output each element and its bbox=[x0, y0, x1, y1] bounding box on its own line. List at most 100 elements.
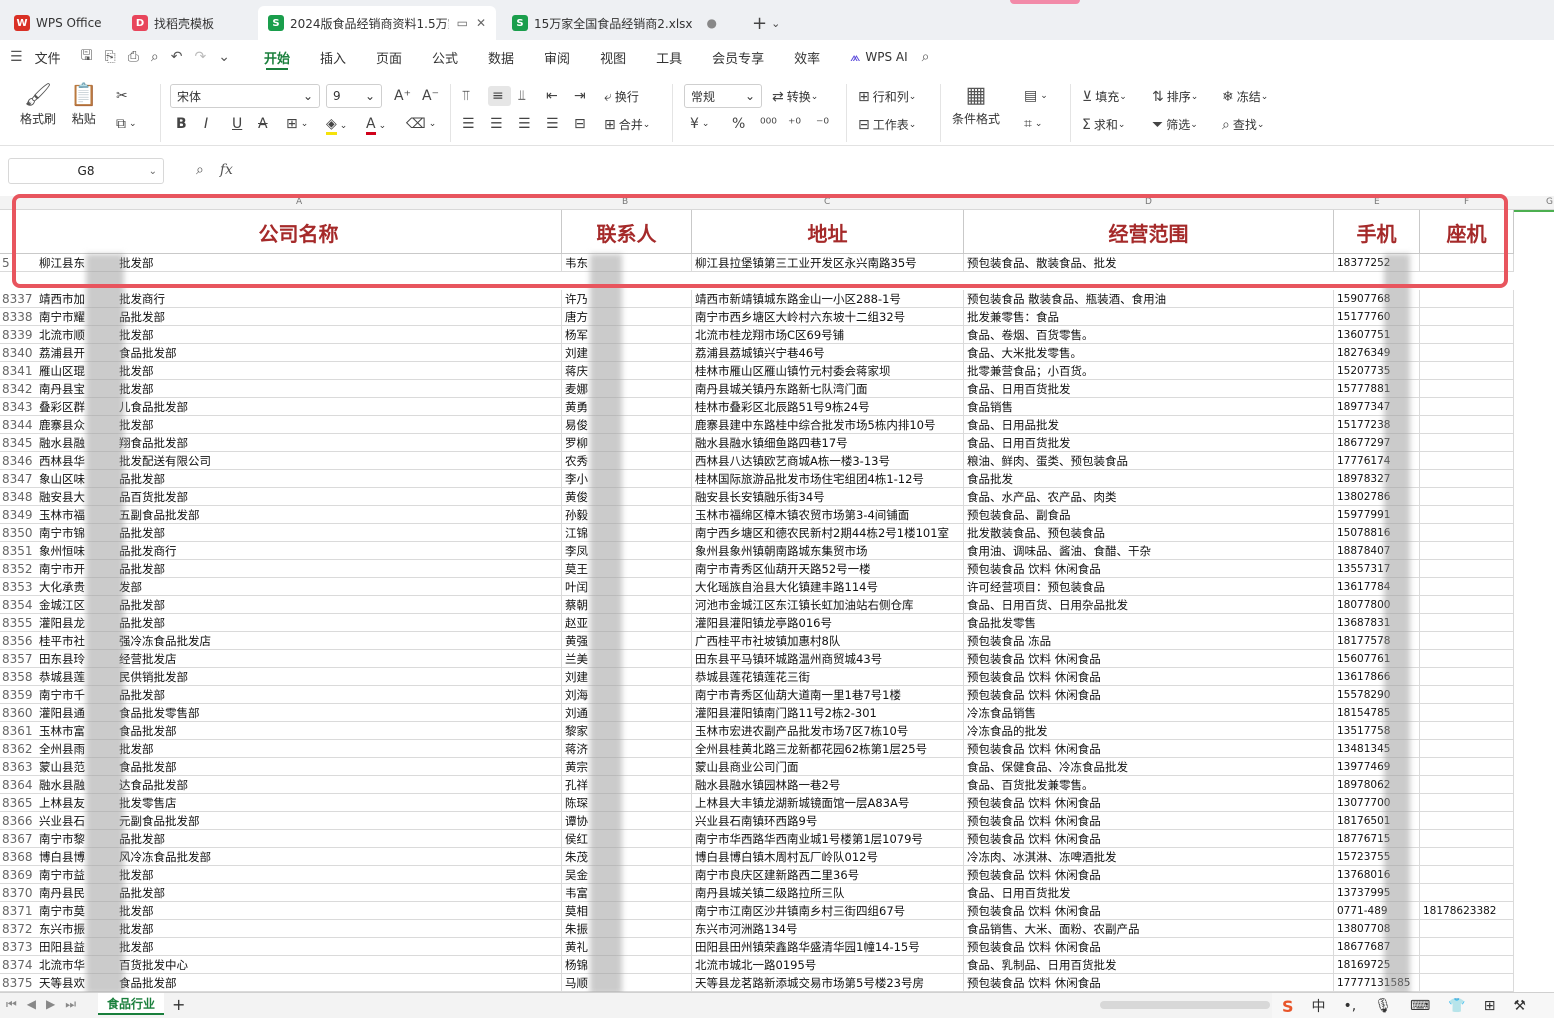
align-top-button[interactable]: ⫪ bbox=[462, 88, 473, 104]
cell-address[interactable]: 玉林市宏进农副产品批发市场7区7栋10号 bbox=[692, 722, 964, 740]
cell-contact[interactable]: 黄强 bbox=[562, 632, 692, 650]
header-contact[interactable]: 联系人 bbox=[562, 210, 692, 254]
cell-address[interactable]: 柳江县拉堡镇第三工业开发区永兴南路35号 bbox=[692, 254, 964, 272]
strikethrough-button[interactable]: A bbox=[258, 116, 271, 132]
increase-indent-button[interactable]: ⇥ bbox=[574, 88, 589, 104]
align-middle-button[interactable]: ≡ bbox=[488, 86, 511, 106]
row-number[interactable]: 8374 bbox=[0, 956, 36, 974]
cell-business-scope[interactable]: 食品销售、大米、面粉、农副产品 bbox=[964, 920, 1334, 938]
redo-icon[interactable]: ↷ bbox=[195, 49, 207, 65]
cell-business-scope[interactable]: 批发兼零售：食品 bbox=[964, 308, 1334, 326]
menu-member[interactable]: 会员专享 bbox=[712, 40, 764, 74]
cell-address[interactable]: 全州县桂黄北路三龙新都花园62栋第1层25号 bbox=[692, 740, 964, 758]
row-number[interactable]: 8340 bbox=[0, 344, 36, 362]
cell-contact[interactable]: 刘建 bbox=[562, 668, 692, 686]
cell-landline[interactable] bbox=[1420, 830, 1514, 848]
column-letter[interactable]: B bbox=[622, 197, 628, 207]
column-letter[interactable]: E bbox=[1374, 197, 1380, 207]
cell-address[interactable]: 蒙山县商业公司门面 bbox=[692, 758, 964, 776]
cell-address[interactable]: 南宁市青秀区仙葫大道南一里1巷7号1楼 bbox=[692, 686, 964, 704]
cell-address[interactable]: 北流市城北一路0195号 bbox=[692, 956, 964, 974]
new-tab-button[interactable]: + ⌄ bbox=[744, 6, 788, 40]
cell-landline[interactable] bbox=[1420, 506, 1514, 524]
cell-contact[interactable]: 莫相 bbox=[562, 902, 692, 920]
cell-landline[interactable] bbox=[1420, 848, 1514, 866]
row-number[interactable]: 8338 bbox=[0, 308, 36, 326]
cell-landline[interactable] bbox=[1420, 434, 1514, 452]
merge-button[interactable]: ⊞合并⌄ bbox=[604, 116, 650, 133]
cell-contact[interactable]: 朱振 bbox=[562, 920, 692, 938]
cell-business-scope[interactable]: 冷冻食品的批发 bbox=[964, 722, 1334, 740]
monitor-icon[interactable]: ▭ bbox=[457, 16, 468, 30]
row-number[interactable]: 8337 bbox=[0, 290, 36, 308]
microphone-icon[interactable]: 🎙 bbox=[1374, 998, 1392, 1014]
save-icon[interactable]: 🖫 bbox=[81, 45, 93, 69]
column-letter[interactable]: G bbox=[1546, 197, 1553, 207]
cell-landline[interactable] bbox=[1420, 884, 1514, 902]
fx-icon[interactable]: fx bbox=[220, 162, 233, 178]
cell-address[interactable]: 广西桂平市社坡镇加惠村8队 bbox=[692, 632, 964, 650]
row-number[interactable]: 8363 bbox=[0, 758, 36, 776]
row-number[interactable]: 5 bbox=[0, 254, 36, 272]
cell-landline[interactable] bbox=[1420, 812, 1514, 830]
format-painter-button[interactable]: 🖌 格式刷 bbox=[20, 82, 56, 127]
cell-contact[interactable]: 蒋济 bbox=[562, 740, 692, 758]
row-number[interactable]: 8347 bbox=[0, 470, 36, 488]
row-number[interactable]: 8359 bbox=[0, 686, 36, 704]
cell-business-scope[interactable]: 食品、卷烟、百货零售。 bbox=[964, 326, 1334, 344]
cell-business-scope[interactable]: 食品、大米批发零售。 bbox=[964, 344, 1334, 362]
cell-contact[interactable]: 黄礼 bbox=[562, 938, 692, 956]
wrap-text-button[interactable]: ⤶换行 bbox=[604, 88, 639, 105]
cell-address[interactable]: 融安县长安镇融乐街34号 bbox=[692, 488, 964, 506]
worksheet-button[interactable]: ⊟工作表⌄ bbox=[858, 116, 916, 133]
cell-business-scope[interactable]: 预包装食品 散装食品、瓶装酒、食用油 bbox=[964, 290, 1334, 308]
print-preview-icon[interactable]: ⌕ bbox=[151, 49, 159, 65]
cell-landline[interactable] bbox=[1420, 290, 1514, 308]
convert-button[interactable]: ⇄转换⌄ bbox=[772, 88, 818, 105]
increase-font-button[interactable]: A⁺ bbox=[394, 88, 414, 104]
cell-address[interactable]: 博白县博白镇木周村瓦厂岭队012号 bbox=[692, 848, 964, 866]
cell-landline[interactable] bbox=[1420, 344, 1514, 362]
menu-view[interactable]: 视图 bbox=[600, 40, 626, 74]
row-number[interactable]: 8373 bbox=[0, 938, 36, 956]
cell-business-scope[interactable]: 预包装食品 饮料 休闲食品 bbox=[964, 866, 1334, 884]
cell-address[interactable]: 南宁市江南区沙井镇南乡村三街四组67号 bbox=[692, 902, 964, 920]
add-sheet-button[interactable]: + bbox=[172, 995, 185, 1014]
align-bottom-button[interactable]: ⫫ bbox=[518, 88, 529, 104]
row-number[interactable]: 8346 bbox=[0, 452, 36, 470]
cell-address[interactable]: 上林县大丰镇龙湖新城镜面馆一层A83A号 bbox=[692, 794, 964, 812]
cell-landline[interactable] bbox=[1420, 254, 1514, 272]
cell-business-scope[interactable]: 预包装食品 冻品 bbox=[964, 632, 1334, 650]
header-landline[interactable]: 座机 bbox=[1420, 210, 1514, 254]
sum-button[interactable]: Σ求和⌄ bbox=[1082, 116, 1125, 133]
cell-landline[interactable] bbox=[1420, 632, 1514, 650]
cell-business-scope[interactable]: 批发散装食品、预包装食品 bbox=[964, 524, 1334, 542]
cell-landline[interactable] bbox=[1420, 398, 1514, 416]
cell-landline[interactable] bbox=[1420, 722, 1514, 740]
cell-contact[interactable]: 韦东 bbox=[562, 254, 692, 272]
cell-business-scope[interactable]: 食品、日用百货批发 bbox=[964, 380, 1334, 398]
sogou-ime-icon[interactable]: S bbox=[1282, 997, 1294, 1016]
cell-address[interactable]: 靖西市新靖镇城东路金山一小区288-1号 bbox=[692, 290, 964, 308]
font-size-select[interactable]: 9⌄ bbox=[326, 84, 382, 108]
keyboard-icon[interactable]: ⌨ bbox=[1410, 998, 1430, 1014]
cell-business-scope[interactable]: 食品、水产品、农产品、肉类 bbox=[964, 488, 1334, 506]
cell-landline[interactable] bbox=[1420, 578, 1514, 596]
ime-mode[interactable]: 中 bbox=[1312, 996, 1326, 1016]
freeze-button[interactable]: ❄冻结⌄ bbox=[1222, 88, 1268, 105]
cell-business-scope[interactable]: 食品、日用百货批发 bbox=[964, 884, 1334, 902]
cell-business-scope[interactable]: 预包装食品 饮料 休闲食品 bbox=[964, 650, 1334, 668]
cell-contact[interactable]: 刘海 bbox=[562, 686, 692, 704]
cell-address[interactable]: 大化瑶族自治县大化镇建丰路114号 bbox=[692, 578, 964, 596]
chevron-down-icon[interactable]: ⌄ bbox=[149, 166, 157, 177]
cell-contact[interactable]: 刘通 bbox=[562, 704, 692, 722]
menu-efficiency[interactable]: 效率 bbox=[794, 40, 820, 74]
cell-contact[interactable]: 蔡朝 bbox=[562, 596, 692, 614]
decrease-font-button[interactable]: A⁻ bbox=[422, 88, 442, 104]
number-format-select[interactable]: 常规⌄ bbox=[684, 84, 762, 108]
punctuation-icon[interactable]: •, bbox=[1344, 998, 1357, 1014]
row-number[interactable]: 8367 bbox=[0, 830, 36, 848]
copy-button[interactable]: ⧉⌄ bbox=[116, 116, 137, 132]
cell-contact[interactable]: 赵亚 bbox=[562, 614, 692, 632]
skin-icon[interactable]: 👕 bbox=[1448, 998, 1465, 1014]
